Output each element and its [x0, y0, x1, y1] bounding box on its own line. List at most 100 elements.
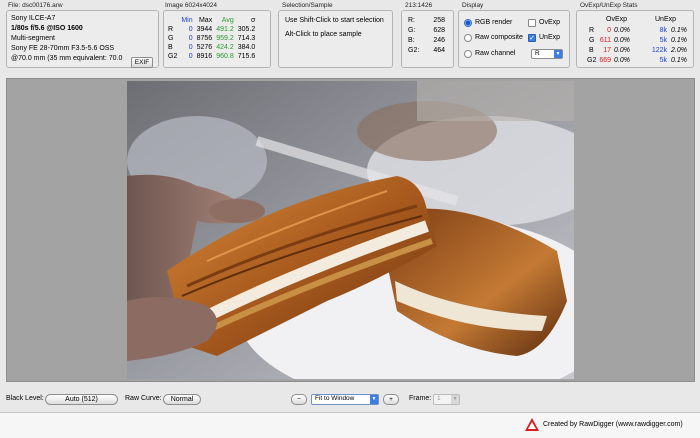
ovexp-stats-title: OvExp/UnExp Stats	[580, 2, 638, 9]
coords-title: 213:1426	[405, 2, 433, 9]
zoom-mode-select[interactable]: Fit to Window ▼	[311, 394, 379, 405]
ovexp-checkbox[interactable]	[528, 19, 536, 27]
metering-mode: Multi-segment	[11, 35, 55, 42]
chevron-down-icon: ▼	[451, 395, 459, 404]
ovexp-channel: B	[589, 47, 594, 54]
raw-composite-label: Raw composite	[475, 34, 523, 41]
coord-value: 246	[433, 37, 445, 44]
stats-row: G2 0 8916 960.8 715.6	[166, 52, 257, 61]
zoom-in-button[interactable]: +	[383, 394, 399, 405]
raw-composite-radio[interactable]	[464, 34, 472, 42]
stats-max: 3944	[196, 26, 213, 33]
ovexp-channel: G	[589, 37, 595, 44]
rgb-render-label: RGB render	[475, 19, 513, 26]
file-panel: Sony ILCE-A7 1/80s f/5.6 @ISO 1600 Multi…	[6, 10, 159, 68]
image-stats-panel: Min Max Avg σ R 0 3944 491.2 305.2 G 0 8…	[163, 10, 271, 68]
unexp-count: 122k	[651, 47, 667, 54]
stats-header-max: Max	[198, 17, 213, 24]
unexp-percent: 0.1%	[671, 57, 687, 64]
stats-max: 8756	[196, 35, 213, 42]
rgb-render-radio[interactable]	[464, 19, 472, 27]
black-level-label: Black Level:	[6, 395, 44, 402]
file-panel-title: File: dsc00176.arw	[8, 2, 63, 9]
coord-channel: G:	[408, 27, 416, 34]
stats-channel: R	[168, 26, 174, 33]
unexp-checkbox[interactable]: ✓	[528, 34, 536, 42]
rawdigger-logo-icon	[525, 418, 539, 431]
image-viewer[interactable]	[6, 78, 695, 382]
coord-channel: B:	[408, 37, 415, 44]
ovexp-count: 611	[599, 37, 611, 44]
unexp-percent: 0.1%	[671, 27, 687, 34]
raw-curve-button[interactable]: Normal	[163, 394, 201, 405]
exposure-info: 1/80s f/5.6 @ISO 1600	[11, 25, 83, 32]
focal-length: @70.0 mm (35 mm equivalent: 70.0	[11, 55, 123, 62]
unexp-header: UnExp	[655, 16, 677, 23]
stats-sigma: 305.2	[237, 26, 256, 33]
photo-image	[127, 81, 574, 379]
raw-channel-label: Raw channel	[475, 50, 516, 57]
chevron-down-icon: ▼	[554, 50, 562, 58]
raw-channel-select[interactable]: R ▼	[531, 49, 563, 59]
ovexp-percent: 0.0%	[614, 27, 630, 34]
unexp-label: UnExp	[539, 34, 561, 41]
stats-header-sigma: σ	[250, 17, 256, 24]
coord-value: 628	[433, 27, 445, 34]
camera-model: Sony ILCE-A7	[11, 15, 56, 22]
ovexp-count: 17	[603, 47, 611, 54]
raw-channel-radio[interactable]	[464, 50, 472, 58]
raw-channel-value: R	[535, 50, 540, 57]
ovexp-percent: 0.0%	[614, 57, 630, 64]
image-stats-title: Image 6024x4024	[165, 2, 218, 9]
selection-hint-shift: Use Shift-Click to start selection	[285, 17, 384, 24]
stats-channel: G2	[168, 53, 178, 60]
stats-sigma: 714.3	[237, 35, 256, 42]
coord-value: 464	[433, 47, 445, 54]
black-level-button[interactable]: Auto (512)	[45, 394, 118, 405]
ovexp-percent: 0.0%	[614, 47, 630, 54]
coords-panel: R: 258 G: 628 B: 246 G2: 464	[401, 10, 454, 68]
ovexp-count: 669	[599, 57, 611, 64]
unexp-percent: 0.1%	[671, 37, 687, 44]
ovexp-label: OvExp	[539, 19, 561, 26]
stats-min: 0	[188, 26, 193, 33]
stats-sigma: 715.6	[237, 53, 256, 60]
coord-value: 258	[433, 17, 445, 24]
ovexp-header: OvExp	[606, 16, 628, 23]
stats-header-ch	[166, 16, 179, 25]
chevron-down-icon: ▼	[370, 395, 378, 404]
stats-channel: B	[168, 44, 173, 51]
frame-select[interactable]: 1 ▼	[433, 394, 460, 405]
footer-bar: Created by RawDigger (www.rawdigger.com)	[0, 412, 700, 438]
stats-max: 5276	[196, 44, 213, 51]
unexp-count: 5k	[659, 37, 667, 44]
raw-curve-label: Raw Curve:	[125, 395, 162, 402]
exif-button[interactable]: EXIF	[131, 57, 153, 68]
ovexp-stats-panel: OvExp UnExp R 0 0.0% 8k 0.1% G 611 0.0% …	[576, 10, 694, 68]
stats-min: 0	[188, 35, 193, 42]
raw-photo[interactable]	[127, 81, 574, 379]
ovexp-channel: G2	[587, 57, 597, 64]
footer-credit: Created by RawDigger (www.rawdigger.com)	[543, 421, 683, 428]
zoom-mode-value: Fit to Window	[315, 395, 355, 402]
frame-value: 1	[437, 395, 441, 402]
unexp-percent: 2.0%	[671, 47, 687, 54]
stats-sigma: 384.0	[237, 44, 256, 51]
ovexp-count: 0	[607, 27, 611, 34]
stats-min: 0	[188, 53, 193, 60]
stats-row: G 0 8756 959.2 714.3	[166, 34, 257, 43]
stats-avg: 959.2	[216, 35, 234, 42]
stats-avg: 491.2	[216, 26, 234, 33]
ovexp-percent: 0.0%	[614, 37, 630, 44]
zoom-out-button[interactable]: −	[291, 394, 307, 405]
display-title: Display	[462, 2, 484, 9]
lens-model: Sony FE 28-70mm F3.5-5.6 OSS	[11, 45, 115, 52]
stats-max: 8916	[196, 53, 213, 60]
stats-row: B 0 5276 424.2 384.0	[166, 43, 257, 52]
stats-header-avg: Avg	[221, 17, 234, 24]
stats-avg: 960.8	[216, 53, 234, 60]
frame-label: Frame:	[409, 395, 432, 402]
coord-channel: R:	[408, 17, 415, 24]
stats-header-min: Min	[181, 17, 193, 24]
stats-avg: 424.2	[216, 44, 234, 51]
